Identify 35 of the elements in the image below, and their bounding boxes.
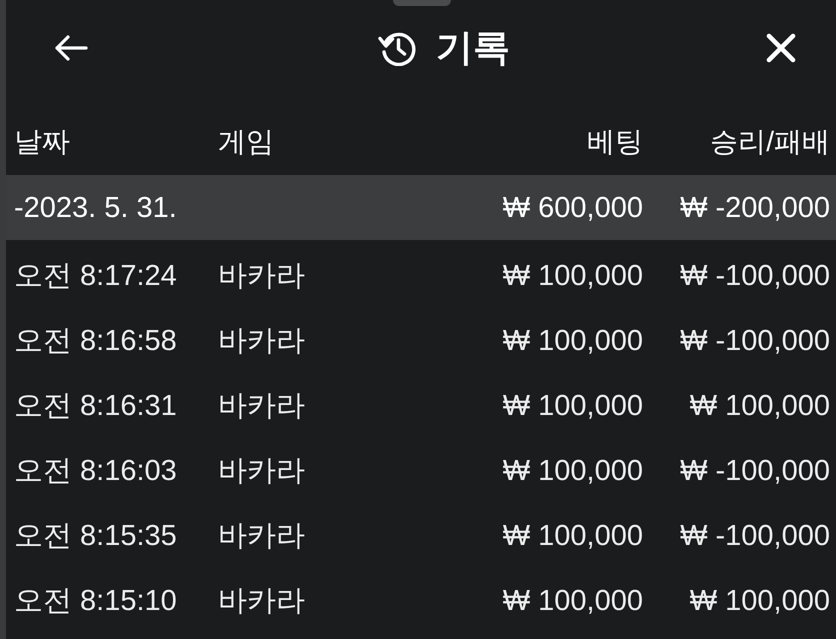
result-cell-text: ₩ 100,000	[690, 388, 830, 424]
time-cell-text: 오전 8:16:31	[14, 388, 177, 424]
window-title: 기록	[436, 26, 510, 70]
time-cell-text: 오전 8:16:03	[14, 454, 177, 488]
result-cell-text: ₩ -100,000	[680, 454, 830, 488]
column-header: 베팅	[587, 125, 643, 159]
game-cell-text: 바카라	[218, 454, 305, 488]
bet-cell-text: ₩ 100,000	[502, 518, 643, 554]
time-cell-text: 오전 8:15:35	[14, 518, 177, 554]
game-cell-text: 바카라	[218, 388, 305, 424]
time-cell-text: 오전 8:16:58	[14, 324, 177, 358]
column-header: 게임	[218, 125, 274, 159]
result-cell-text: ₩ -100,000	[680, 258, 830, 294]
game-cell-text: 바카라	[218, 324, 305, 358]
bet-cell-text: ₩ 100,000	[502, 258, 643, 294]
history-icon	[378, 30, 416, 66]
bet-cell-text: ₩ 100,000	[502, 584, 643, 618]
time-cell-text: 오전 8:17:24	[14, 258, 177, 294]
bet-total-cell-text: ₩ 600,000	[502, 190, 643, 226]
bet-cell-text: ₩ 100,000	[502, 324, 643, 358]
date-cell-text: -2023. 5. 31.	[14, 190, 177, 226]
column-header: 승리/패배	[710, 125, 830, 159]
game-cell-text: 바카라	[218, 584, 305, 618]
close-icon	[766, 33, 796, 63]
result-cell-text: ₩ 100,000	[690, 584, 830, 618]
back-arrow-icon	[54, 35, 88, 61]
bet-cell-text: ₩ 100,000	[502, 388, 643, 424]
time-cell-text: 오전 8:15:10	[14, 584, 177, 618]
game-cell-text: 바카라	[218, 518, 305, 554]
result-cell-text: ₩ -100,000	[680, 324, 830, 358]
game-cell-text: 바카라	[218, 258, 305, 294]
bet-cell-text: ₩ 100,000	[502, 454, 643, 488]
column-header: 날짜	[14, 125, 70, 159]
result-cell-text: ₩ -100,000	[680, 518, 830, 554]
result-total-cell-text: ₩ -200,000	[680, 190, 830, 226]
